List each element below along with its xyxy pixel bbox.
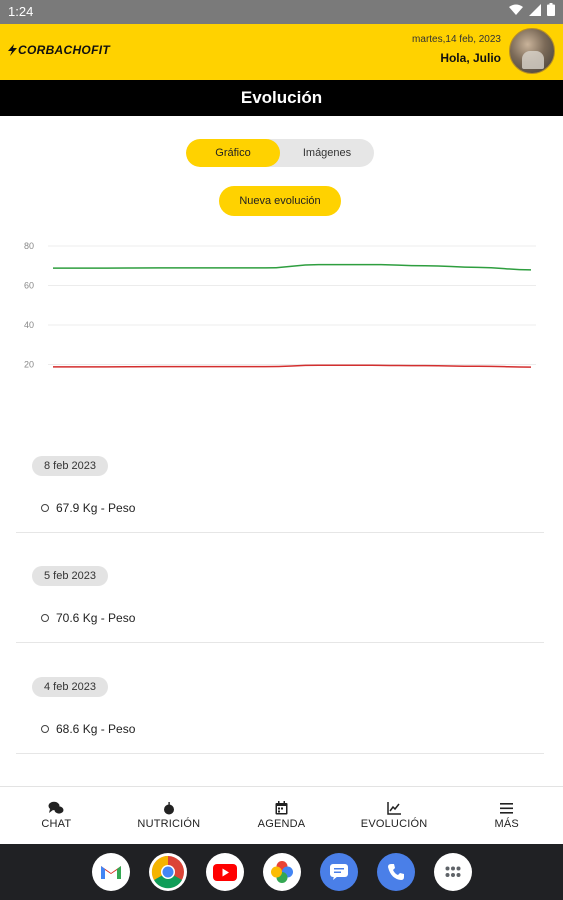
main-content: Gráfico Imágenes Nueva evolución 80 60 40 2…	[0, 116, 563, 786]
nav-agenda[interactable]: AGENDA	[225, 787, 338, 844]
series-line-0	[53, 263, 532, 271]
nav-label: CHAT	[41, 818, 72, 830]
phone-icon[interactable]	[376, 853, 415, 891]
brand-logo: CORBACHOFIT	[8, 43, 110, 57]
y-tick-label: 80	[24, 241, 34, 251]
battery-icon	[547, 3, 555, 16]
y-tick-label: 60	[24, 281, 34, 291]
y-tick-label: 40	[24, 320, 34, 330]
wifi-icon	[509, 4, 523, 15]
apple-icon	[161, 801, 177, 815]
nav-label: AGENDA	[257, 818, 306, 830]
divider	[16, 642, 544, 643]
brand-name: CORBACHOFIT	[18, 43, 110, 57]
nav-label: NUTRICIÓN	[137, 818, 201, 830]
avatar[interactable]	[509, 28, 555, 74]
chrome-icon[interactable]	[148, 853, 187, 891]
nav-mas[interactable]: MÁS	[450, 787, 563, 844]
nav-evolucion[interactable]: EVOLUCIÓN	[338, 787, 451, 844]
tab-imagenes[interactable]: Imágenes	[280, 139, 374, 167]
bottom-nav: CHAT NUTRICIÓN AGENDA EVOLUCIÓN MÁS	[0, 786, 563, 844]
messages-icon[interactable]	[319, 853, 358, 891]
calendar-icon	[273, 801, 289, 815]
view-toggle: Gráfico Imágenes	[186, 139, 374, 167]
menu-icon	[499, 801, 515, 815]
divider	[16, 753, 544, 754]
entry-date: 8 feb 2023	[32, 456, 108, 476]
photos-icon[interactable]	[262, 853, 301, 891]
status-bar: 1:24	[0, 0, 563, 24]
tab-grafico[interactable]: Gráfico	[186, 139, 280, 167]
circle-icon	[41, 614, 49, 622]
circle-icon	[41, 725, 49, 733]
apps-icon[interactable]	[433, 853, 472, 891]
status-time: 1:24	[8, 4, 34, 19]
youtube-icon[interactable]	[205, 853, 244, 891]
entry-value: 67.9 Kg - Peso	[41, 501, 135, 515]
new-evolution-button[interactable]: Nueva evolución	[219, 186, 341, 216]
entry-value-text: 68.6 Kg - Peso	[56, 722, 136, 736]
header-date: martes,14 feb, 2023	[412, 34, 501, 45]
chat-icon	[48, 801, 64, 815]
series-line-1	[53, 364, 532, 368]
entry-value: 70.6 Kg - Peso	[41, 611, 135, 625]
app-header: CORBACHOFIT martes,14 feb, 2023 Hola, Ju…	[0, 24, 563, 80]
nav-nutricion[interactable]: NUTRICIÓN	[113, 787, 226, 844]
nav-chat[interactable]: CHAT	[0, 787, 113, 844]
divider	[16, 532, 544, 533]
signal-icon	[529, 3, 541, 16]
entry-value: 68.6 Kg - Peso	[41, 722, 135, 736]
lightning-icon	[8, 44, 17, 56]
evolution-chart: 80 60 40 20	[24, 241, 536, 370]
gmail-icon[interactable]	[91, 853, 130, 891]
status-icons	[509, 3, 555, 16]
nav-label: MÁS	[494, 818, 519, 830]
circle-icon	[41, 504, 49, 512]
page-title: Evolución	[0, 80, 563, 116]
entry-date: 4 feb 2023	[32, 677, 108, 697]
entry-value-text: 67.9 Kg - Peso	[56, 501, 136, 515]
entry-value-text: 70.6 Kg - Peso	[56, 611, 136, 625]
entry-date: 5 feb 2023	[32, 566, 108, 586]
chart-icon	[386, 801, 402, 815]
nav-label: EVOLUCIÓN	[360, 818, 428, 830]
system-dock	[0, 844, 563, 900]
header-greeting: Hola, Julio	[440, 51, 501, 65]
y-tick-label: 20	[24, 360, 34, 370]
